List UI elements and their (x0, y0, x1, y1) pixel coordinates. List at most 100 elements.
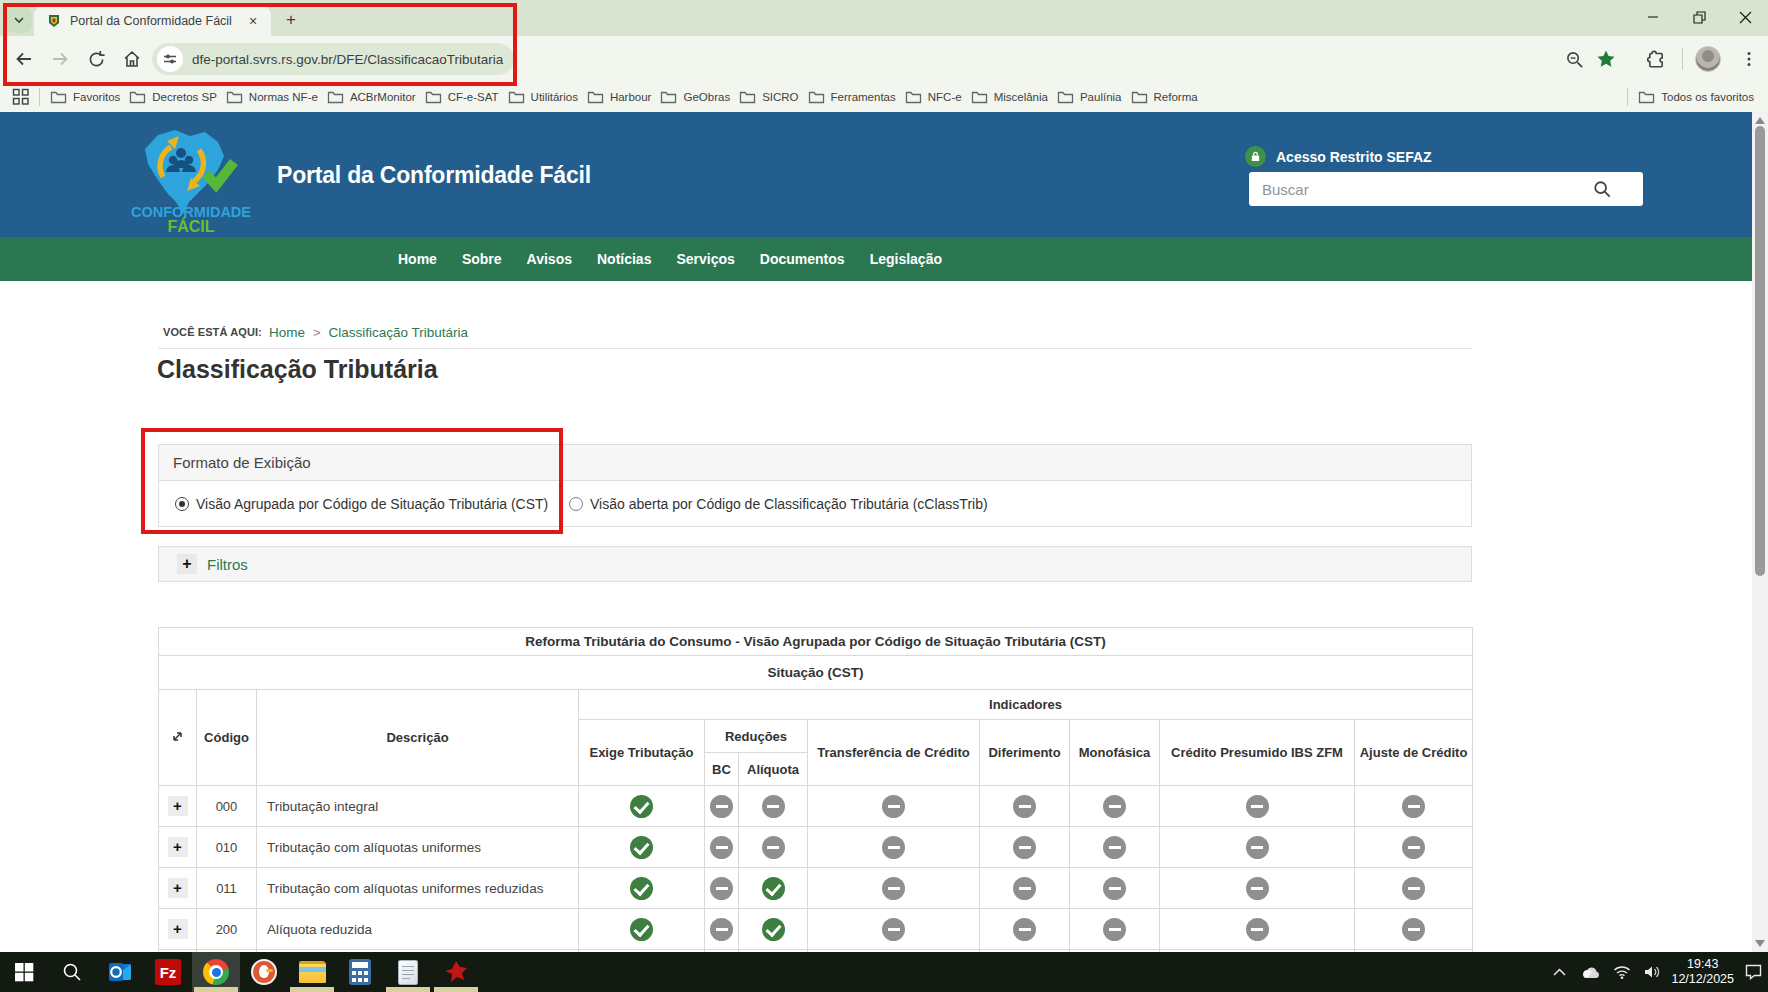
restricted-access-label: Acesso Restrito SEFAZ (1276, 149, 1432, 165)
bookmark-folder[interactable]: CF-e-SAT (425, 90, 499, 105)
expand-row-cell: + (159, 786, 197, 827)
cell-indicator (579, 786, 705, 827)
taskbar-app-filezilla[interactable]: Fz (144, 952, 192, 992)
bookmark-folder[interactable]: Harbour (587, 90, 652, 105)
taskbar-app-outlook[interactable] (96, 952, 144, 992)
window-close-button[interactable] (1722, 0, 1768, 34)
bookmark-folder[interactable]: Normas NF-e (226, 90, 318, 105)
taskbar-app-chrome[interactable] (192, 952, 240, 992)
taskbar-app-redapp[interactable] (432, 952, 480, 992)
apps-grid-icon[interactable] (12, 88, 30, 106)
cell-indicator (980, 827, 1070, 868)
nav-item-home[interactable]: Home (398, 251, 437, 267)
bookmark-folder[interactable]: Reforma (1131, 90, 1198, 105)
bookmark-label: Decretos SP (152, 91, 217, 103)
nav-item-servicos[interactable]: Serviços (676, 251, 734, 267)
scrollbar-down-arrow[interactable] (1755, 940, 1765, 947)
radio-label: Visão aberta por Código de Classificação… (590, 496, 988, 512)
tray-date-text: 12/12/2025 (1671, 972, 1734, 987)
expand-row-button[interactable]: + (168, 796, 188, 816)
bookmark-label: Reforma (1154, 91, 1198, 103)
cell-indicator (739, 868, 808, 909)
bookmark-folder[interactable]: NFC-e (905, 90, 962, 105)
site-title: Portal da Conformidade Fácil (277, 162, 591, 189)
bookmark-star-icon[interactable] (1595, 47, 1617, 71)
filters-bar[interactable]: + Filtros (158, 546, 1472, 582)
scrollbar-thumb[interactable] (1755, 126, 1765, 576)
nav-item-avisos[interactable]: Avisos (527, 251, 572, 267)
window-minimize-button[interactable] (1630, 0, 1676, 34)
cell-indicator (705, 827, 739, 868)
tray-time-text: 19:43 (1671, 957, 1734, 972)
minus-icon (762, 795, 785, 818)
running-indicator (290, 987, 334, 992)
folder-icon (226, 90, 243, 105)
site-header: CONFORMIDADE FÁCIL Portal da Conformidad… (0, 112, 1752, 237)
expand-row-button[interactable]: + (168, 837, 188, 857)
svg-text:FÁCIL: FÁCIL (167, 217, 214, 234)
bookmark-folder[interactable]: Miscelânia (971, 90, 1048, 105)
bookmark-folder[interactable]: Paulínia (1057, 90, 1122, 105)
expand-row-button[interactable]: + (168, 919, 188, 939)
filezilla-icon: Fz (155, 959, 181, 985)
lock-icon (1245, 146, 1266, 167)
taskbar-app-notepad[interactable] (384, 952, 432, 992)
radio-option-2[interactable]: Visão aberta por Código de Classificação… (569, 481, 988, 527)
bookmark-folder[interactable]: SICRO (739, 90, 798, 105)
folder-icon (50, 90, 67, 105)
bookmarks-divider (39, 88, 40, 106)
bookmark-folder[interactable]: Favoritos (50, 90, 120, 105)
taskbar-app-duckduckgo[interactable] (240, 952, 288, 992)
breadcrumb-current-link[interactable]: Classificação Tributária (329, 325, 469, 340)
restricted-access-link[interactable]: Acesso Restrito SEFAZ (1245, 146, 1432, 167)
col-header-ajuste: Ajuste de Crédito (1355, 720, 1473, 786)
onedrive-icon[interactable] (1575, 952, 1606, 992)
tray-clock[interactable]: 19:43 12/12/2025 (1671, 957, 1734, 987)
volume-icon[interactable] (1637, 952, 1668, 992)
cell-indicator (980, 909, 1070, 950)
cell-indicator (1160, 786, 1355, 827)
nav-item-noticias[interactable]: Notícias (597, 251, 651, 267)
all-bookmarks-button[interactable]: Todos os favoritos (1638, 90, 1754, 105)
minus-icon (710, 795, 733, 818)
browser-menu-icon[interactable] (1738, 47, 1760, 71)
bookmark-label: GeObras (683, 91, 730, 103)
cell-codigo: 000 (197, 786, 257, 827)
taskbar-app-search[interactable] (48, 952, 96, 992)
expand-all-button[interactable] (159, 690, 197, 786)
taskbar-app-explorer[interactable] (288, 952, 336, 992)
nav-item-sobre[interactable]: Sobre (462, 251, 502, 267)
minus-icon (1246, 836, 1269, 859)
action-center-icon[interactable] (1738, 952, 1768, 992)
taskbar-app-calculator[interactable] (336, 952, 384, 992)
minus-icon (710, 877, 733, 900)
window-restore-button[interactable] (1676, 0, 1722, 34)
expand-row-button[interactable]: + (168, 878, 188, 898)
bookmark-folder[interactable]: Decretos SP (129, 90, 217, 105)
content-divider (158, 348, 1472, 349)
minus-icon (1013, 795, 1036, 818)
nav-item-documentos[interactable]: Documentos (760, 251, 845, 267)
zoom-icon[interactable] (1563, 47, 1585, 71)
breadcrumb-home-link[interactable]: Home (269, 325, 305, 340)
profile-avatar[interactable] (1695, 46, 1721, 72)
taskbar-app-start[interactable] (0, 952, 48, 992)
red-app-icon (443, 959, 469, 985)
site-search-input[interactable] (1249, 181, 1561, 198)
bookmark-folder[interactable]: Ferramentas (808, 90, 896, 105)
site-search-button[interactable] (1561, 172, 1643, 206)
wifi-icon[interactable] (1606, 952, 1637, 992)
minus-icon (1103, 877, 1126, 900)
cell-indicator (808, 786, 980, 827)
radio-unselected[interactable] (569, 497, 583, 511)
bookmark-folder[interactable]: Utilitários (508, 90, 578, 105)
bookmark-folder[interactable]: ACBrMonitor (327, 90, 416, 105)
page-scrollbar[interactable] (1752, 112, 1768, 952)
table-subtitle: Situação (CST) (159, 656, 1473, 690)
extensions-icon[interactable] (1645, 47, 1667, 71)
running-indicator (434, 987, 478, 992)
scrollbar-up-arrow[interactable] (1755, 117, 1765, 124)
tray-chevron-icon[interactable] (1544, 952, 1575, 992)
bookmark-folder[interactable]: GeObras (660, 90, 730, 105)
nav-item-legislacao[interactable]: Legislação (870, 251, 942, 267)
